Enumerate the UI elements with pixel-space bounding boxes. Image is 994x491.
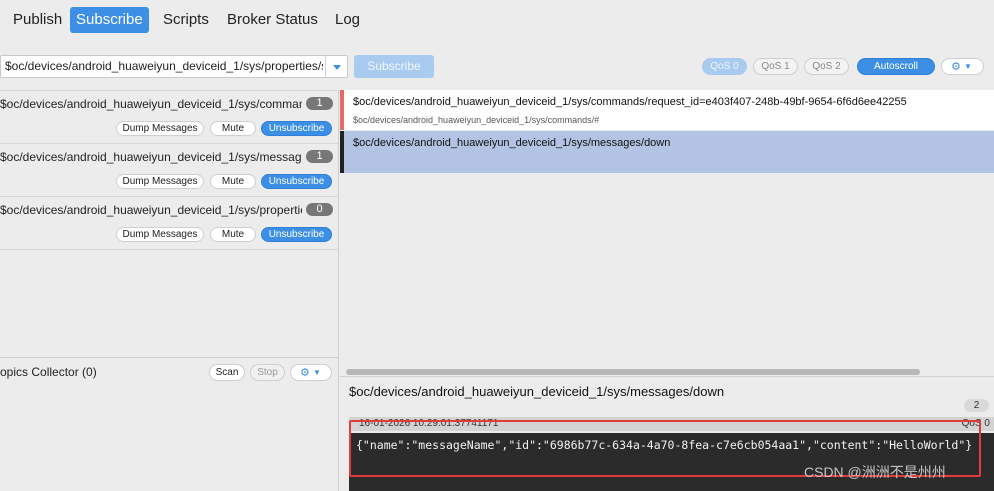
- watermark: CSDN @洲洲不是州州: [804, 464, 946, 480]
- topic-select-value: $oc/devices/android_huaweiyun_deviceid_1…: [5, 59, 323, 73]
- qos0-button[interactable]: QoS 0: [702, 58, 747, 75]
- tab-subscribe[interactable]: Subscribe: [70, 7, 149, 33]
- message-topic: $oc/devices/android_huaweiyun_deviceid_1…: [353, 137, 671, 149]
- subscription-topic: $oc/devices/android_huaweiyun_deviceid_1…: [0, 97, 302, 111]
- message-item-selected[interactable]: $oc/devices/android_huaweiyun_deviceid_1…: [340, 131, 994, 173]
- horizontal-scrollbar[interactable]: [346, 369, 920, 375]
- qos2-button[interactable]: QoS 2: [804, 58, 849, 75]
- unsubscribe-button[interactable]: Unsubscribe: [261, 174, 332, 189]
- stop-button[interactable]: Stop: [250, 364, 285, 381]
- options-menu-button[interactable]: ⚙ ▼: [941, 58, 984, 75]
- subscribe-button[interactable]: Subscribe: [354, 55, 434, 78]
- tab-log[interactable]: Log: [329, 7, 366, 33]
- mute-button[interactable]: Mute: [210, 227, 256, 242]
- dump-messages-button[interactable]: Dump Messages: [116, 227, 204, 242]
- dropdown-arrow-icon[interactable]: [325, 56, 347, 77]
- qos1-button[interactable]: QoS 1: [753, 58, 798, 75]
- main-tabs: Publish Subscribe Scripts Broker Status …: [0, 0, 994, 40]
- subscription-topic: $oc/devices/android_huaweiyun_deviceid_1…: [0, 203, 302, 217]
- subscription-topic: $oc/devices/android_huaweiyun_deviceid_1…: [0, 150, 302, 164]
- subscription-count-badge: 1: [306, 150, 333, 163]
- subscriptions-panel: $oc/devices/android_huaweiyun_deviceid_1…: [0, 90, 338, 358]
- unsubscribe-button[interactable]: Unsubscribe: [261, 227, 332, 242]
- mute-button[interactable]: Mute: [210, 174, 256, 189]
- topics-collector-label: opics Collector (0): [0, 365, 97, 379]
- tab-publish[interactable]: Publish: [7, 7, 68, 33]
- detail-count-badge: 2: [964, 399, 989, 412]
- topic-select[interactable]: $oc/devices/android_huaweiyun_deviceid_1…: [0, 55, 348, 78]
- collector-options-button[interactable]: ⚙ ▼: [290, 364, 332, 381]
- gear-icon: ⚙: [951, 61, 961, 73]
- gear-icon: ⚙: [300, 367, 310, 379]
- panel-divider-vertical[interactable]: [338, 90, 339, 491]
- detail-topic: $oc/devices/android_huaweiyun_deviceid_1…: [349, 384, 725, 399]
- caret-down-icon: ▼: [964, 62, 972, 71]
- message-item[interactable]: $oc/devices/android_huaweiyun_deviceid_1…: [340, 90, 994, 130]
- dump-messages-button[interactable]: Dump Messages: [116, 174, 204, 189]
- subscription-row: $oc/devices/android_huaweiyun_deviceid_1…: [0, 91, 338, 144]
- message-subscription: $oc/devices/android_huaweiyun_deviceid_1…: [353, 115, 600, 125]
- subscription-row: $oc/devices/android_huaweiyun_deviceid_1…: [0, 144, 338, 197]
- tab-scripts[interactable]: Scripts: [157, 7, 215, 33]
- autoscroll-button[interactable]: Autoscroll: [857, 58, 935, 75]
- tab-broker-status[interactable]: Broker Status: [221, 7, 324, 33]
- unsubscribe-button[interactable]: Unsubscribe: [261, 121, 332, 136]
- caret-down-icon: ▼: [313, 368, 321, 377]
- subscription-row: $oc/devices/android_huaweiyun_deviceid_1…: [0, 197, 338, 250]
- subscription-count-badge: 1: [306, 97, 333, 110]
- dump-messages-button[interactable]: Dump Messages: [116, 121, 204, 136]
- panel-divider-horizontal[interactable]: [0, 357, 338, 358]
- message-topic: $oc/devices/android_huaweiyun_deviceid_1…: [353, 96, 907, 108]
- mute-button[interactable]: Mute: [210, 121, 256, 136]
- message-list: $oc/devices/android_huaweiyun_deviceid_1…: [340, 90, 994, 370]
- subscription-count-badge: 0: [306, 203, 333, 216]
- scan-button[interactable]: Scan: [209, 364, 245, 381]
